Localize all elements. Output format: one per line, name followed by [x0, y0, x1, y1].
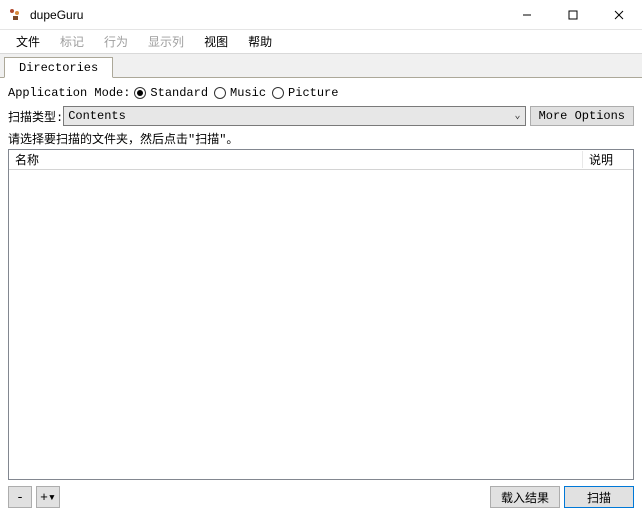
radio-picture[interactable]: Picture [272, 86, 338, 100]
radio-icon [272, 87, 284, 99]
menubar: 文件 标记 行为 显示列 视图 帮助 [0, 30, 642, 54]
menu-mark: 标记 [50, 30, 94, 53]
app-mode-radio-group: Standard Music Picture [134, 86, 338, 100]
radio-standard-label: Standard [150, 86, 208, 100]
scan-type-label: 扫描类型: [8, 108, 63, 125]
radio-icon [134, 87, 146, 99]
radio-standard[interactable]: Standard [134, 86, 208, 100]
app-mode-label: Application Mode: [8, 86, 130, 100]
list-body[interactable] [9, 170, 633, 479]
content-area: Application Mode: Standard Music Picture… [0, 78, 642, 512]
minimize-button[interactable] [504, 0, 550, 30]
add-folder-button[interactable]: +▾ [36, 486, 60, 508]
close-button[interactable] [596, 0, 642, 30]
directory-list: 名称 说明 [8, 149, 634, 480]
tabbar: Directories [0, 54, 642, 78]
window-title: dupeGuru [30, 8, 83, 22]
chevron-down-icon: ⌄ [515, 110, 521, 122]
col-header-name[interactable]: 名称 [9, 151, 583, 168]
scan-type-combobox[interactable]: Contents ⌄ [63, 106, 525, 126]
footer: - +▾ 载入结果 扫描 [8, 480, 634, 508]
menu-file[interactable]: 文件 [6, 30, 50, 53]
menu-help[interactable]: 帮助 [238, 30, 282, 53]
app-mode-row: Application Mode: Standard Music Picture [8, 86, 634, 100]
col-header-desc[interactable]: 说明 [583, 151, 633, 168]
maximize-button[interactable] [550, 0, 596, 30]
scan-type-value: Contents [68, 109, 126, 123]
radio-music-label: Music [230, 86, 266, 100]
menu-action: 行为 [94, 30, 138, 53]
radio-picture-label: Picture [288, 86, 338, 100]
scan-type-row: 扫描类型: Contents ⌄ More Options [8, 106, 634, 126]
radio-music[interactable]: Music [214, 86, 266, 100]
more-options-button[interactable]: More Options [530, 106, 634, 126]
menu-view[interactable]: 视图 [194, 30, 238, 53]
titlebar: dupeGuru [0, 0, 642, 30]
app-icon [8, 7, 24, 23]
scan-button[interactable]: 扫描 [564, 486, 634, 508]
hint-text: 请选择要扫描的文件夹，然后点击"扫描"。 [8, 130, 634, 147]
tab-directories[interactable]: Directories [4, 57, 113, 78]
radio-icon [214, 87, 226, 99]
load-results-button[interactable]: 载入结果 [490, 486, 560, 508]
menu-columns: 显示列 [138, 30, 194, 53]
list-header: 名称 说明 [9, 150, 633, 170]
remove-folder-button[interactable]: - [8, 486, 32, 508]
